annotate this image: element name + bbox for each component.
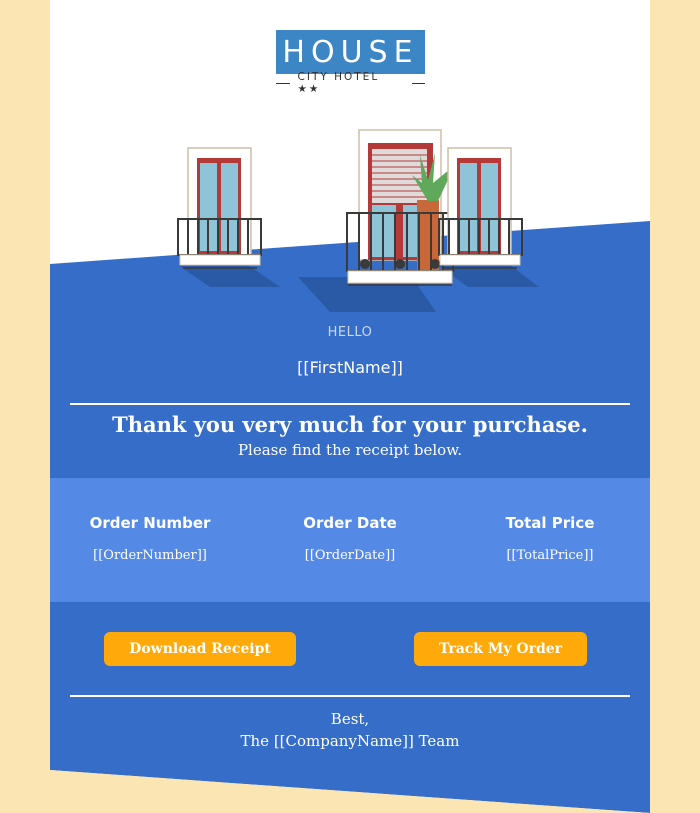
blue-background bbox=[50, 221, 650, 813]
balconies-illustration bbox=[177, 129, 539, 312]
signoff-team: The [[CompanyName]] Team bbox=[240, 732, 460, 750]
signoff-best: Best, bbox=[330, 710, 370, 728]
bottom-divider bbox=[70, 695, 630, 697]
receipt-subtitle: Please find the receipt below. bbox=[237, 441, 463, 459]
thanks-heading: Thank you very much for your purchase. bbox=[112, 412, 588, 437]
email-card: HOUSE CITY HOTEL ★★ HELLO [[FirstName]] … bbox=[50, 0, 650, 813]
order-number-value: [[OrderNumber]] bbox=[93, 548, 207, 563]
tagline-left-line bbox=[276, 82, 290, 84]
order-date-label: Order Date bbox=[303, 514, 397, 532]
total-price-value: [[TotalPrice]] bbox=[506, 548, 594, 563]
download-receipt-button[interactable]: Download Receipt bbox=[104, 632, 296, 666]
first-name: [[FirstName]] bbox=[297, 358, 403, 377]
brand-tagline: CITY HOTEL ★★ bbox=[297, 71, 380, 95]
order-number-label: Order Number bbox=[89, 514, 211, 532]
house-logo: HOUSE bbox=[276, 30, 425, 74]
order-details: Order Number [[OrderNumber]] Order Date … bbox=[50, 478, 650, 602]
brand-name: HOUSE bbox=[282, 34, 419, 70]
track-order-button[interactable]: Track My Order bbox=[414, 632, 587, 666]
top-divider bbox=[70, 403, 630, 405]
order-date-value: [[OrderDate]] bbox=[304, 548, 396, 563]
hello-label: HELLO bbox=[327, 325, 373, 340]
logo-tagline: CITY HOTEL ★★ bbox=[276, 71, 426, 95]
tagline-right-line bbox=[411, 82, 426, 84]
total-price-label: Total Price bbox=[505, 514, 595, 532]
